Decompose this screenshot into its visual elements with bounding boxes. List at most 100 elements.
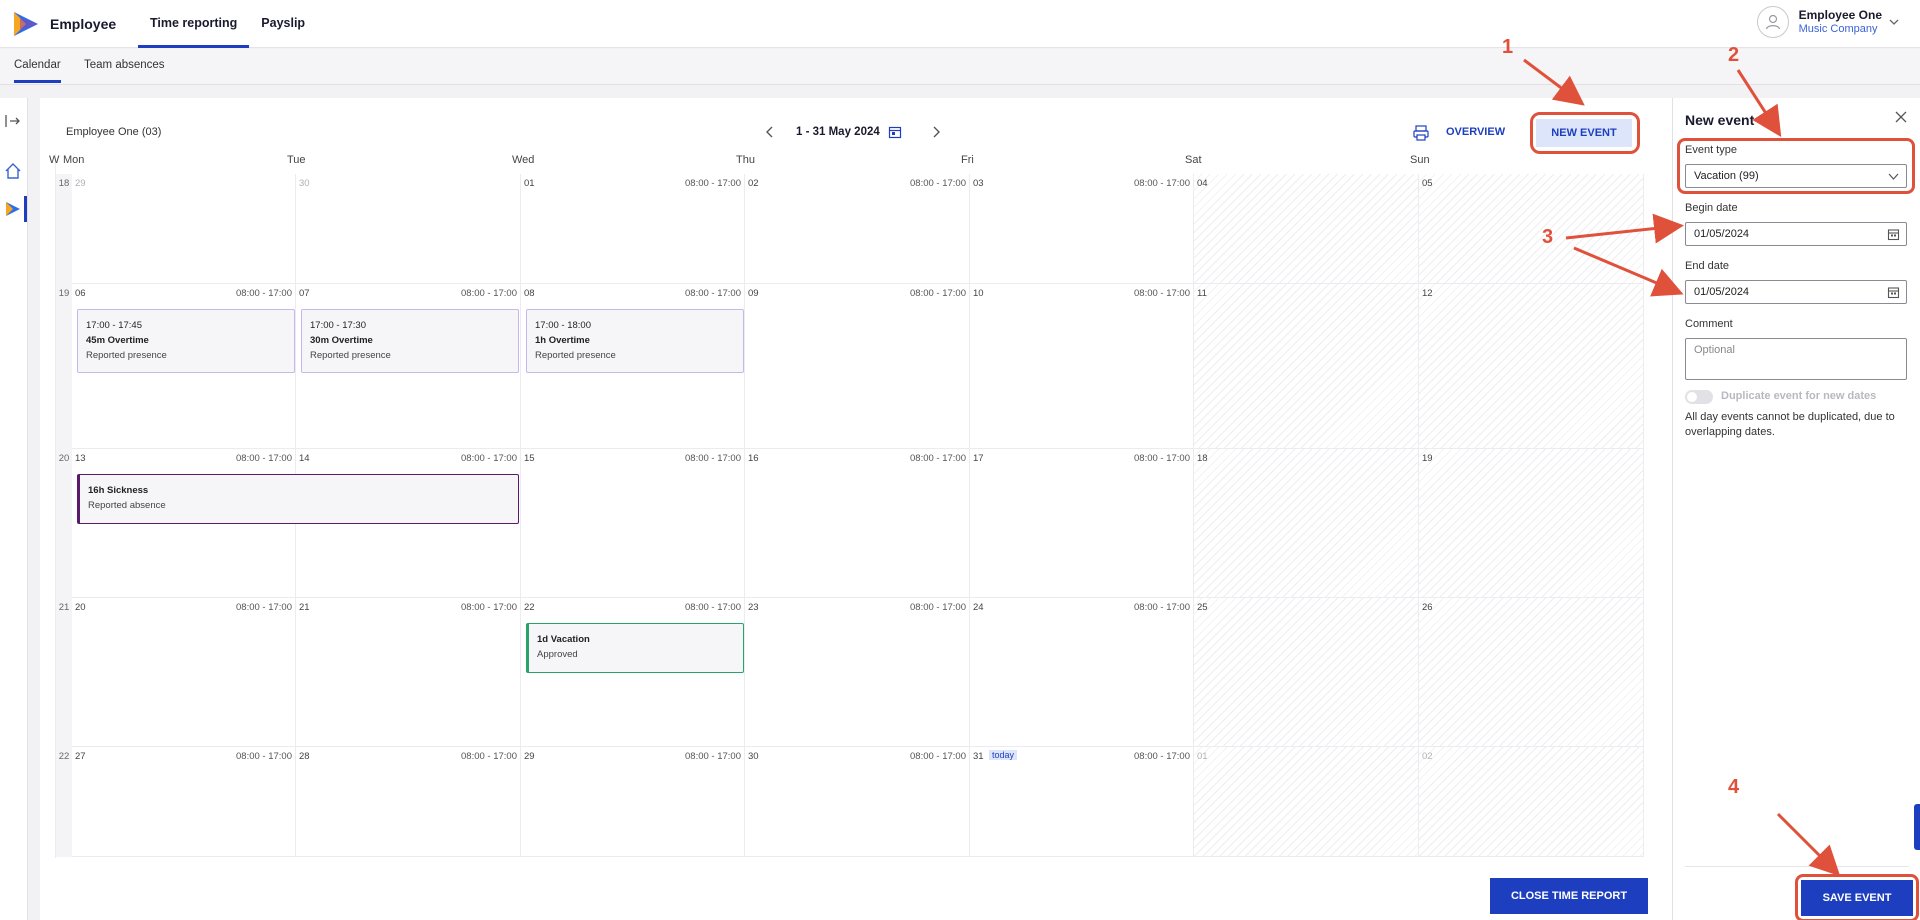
tab-calendar[interactable]: Calendar xyxy=(14,59,61,83)
day-cell[interactable]: 11 xyxy=(1194,284,1419,449)
day-number: 30 xyxy=(299,178,310,189)
expand-sidebar-icon[interactable] xyxy=(2,110,24,132)
calendar-picker-icon[interactable] xyxy=(888,125,902,139)
event-type-value: Vacation (99) xyxy=(1694,170,1759,182)
event-type-select[interactable]: Vacation (99) xyxy=(1685,164,1907,188)
day-number: 28 xyxy=(299,751,310,762)
day-number: 20 xyxy=(75,602,86,613)
tab-team-absences[interactable]: Team absences xyxy=(84,59,165,71)
week-number: 22 xyxy=(56,747,72,857)
day-cell[interactable]: 29 xyxy=(72,174,296,284)
working-hours: 08:00 - 17:00 xyxy=(1134,453,1190,464)
day-number: 18 xyxy=(1197,453,1208,464)
end-date-field[interactable]: 01/05/2024 xyxy=(1685,280,1907,304)
chevron-down-icon[interactable] xyxy=(1888,16,1900,28)
day-cell[interactable]: 19 xyxy=(1419,449,1644,598)
working-hours: 08:00 - 17:00 xyxy=(236,288,292,299)
nav-payslip[interactable]: Payslip xyxy=(249,0,317,48)
working-hours: 08:00 - 17:00 xyxy=(685,602,741,613)
working-hours: 08:00 - 17:00 xyxy=(685,178,741,189)
user-name: Employee One xyxy=(1798,8,1882,22)
day-cell[interactable]: 15 08:00 - 17:00 xyxy=(521,449,745,598)
day-number: 31 xyxy=(973,751,984,762)
day-number: 26 xyxy=(1422,602,1433,613)
day-cell[interactable]: 16 08:00 - 17:00 xyxy=(745,449,970,598)
day-cell[interactable]: 24 08:00 - 17:00 xyxy=(970,598,1194,747)
day-cell[interactable]: 12 xyxy=(1419,284,1644,449)
left-rail xyxy=(0,98,28,920)
comment-textarea[interactable]: Optional xyxy=(1685,338,1907,380)
day-cell[interactable]: 09 08:00 - 17:00 xyxy=(745,284,970,449)
working-hours: 08:00 - 17:00 xyxy=(236,453,292,464)
day-cell[interactable]: 23 08:00 - 17:00 xyxy=(745,598,970,747)
day-cell[interactable]: 30 08:00 - 17:00 xyxy=(745,747,970,857)
day-cell[interactable]: 25 xyxy=(1194,598,1419,747)
close-icon[interactable] xyxy=(1894,110,1908,124)
comment-placeholder: Optional xyxy=(1694,344,1735,356)
event-title: 45m Overtime xyxy=(86,335,149,346)
calendar-icon[interactable] xyxy=(1887,286,1900,299)
day-cell[interactable]: 10 08:00 - 17:00 xyxy=(970,284,1194,449)
day-cell[interactable]: 26 xyxy=(1419,598,1644,747)
date-range: 1 - 31 May 2024 xyxy=(796,126,880,138)
day-cell[interactable]: 01 xyxy=(1194,747,1419,857)
week-number: 19 xyxy=(56,284,72,449)
day-number: 25 xyxy=(1197,602,1208,613)
day-cell[interactable]: 04 xyxy=(1194,174,1419,284)
duplicate-label: Duplicate event for new dates xyxy=(1721,390,1877,402)
event-sickness[interactable]: 16h Sickness Reported absence xyxy=(77,474,519,524)
day-cell[interactable]: 31 today 08:00 - 17:00 xyxy=(970,747,1194,857)
day-number: 27 xyxy=(75,751,86,762)
working-hours: 08:00 - 17:00 xyxy=(910,178,966,189)
avatar[interactable] xyxy=(1756,6,1789,38)
day-number: 23 xyxy=(748,602,759,613)
day-cell[interactable]: 17 08:00 - 17:00 xyxy=(970,449,1194,598)
app-logo-icon xyxy=(14,12,38,36)
week-number: 20 xyxy=(56,449,72,598)
calendar-icon[interactable] xyxy=(1887,228,1900,241)
print-icon[interactable] xyxy=(1412,124,1430,142)
home-icon[interactable] xyxy=(2,160,24,182)
event-status: Reported presence xyxy=(86,350,167,361)
event-overtime-06[interactable]: 17:00 - 17:45 45m Overtime Reported pres… xyxy=(77,309,295,373)
day-cell[interactable]: 01 08:00 - 17:00 xyxy=(521,174,745,284)
annotation-number-3: 3 xyxy=(1542,226,1554,248)
day-cell[interactable]: 02 08:00 - 17:00 xyxy=(745,174,970,284)
event-status: Approved xyxy=(537,649,578,660)
duplicate-toggle[interactable] xyxy=(1685,390,1713,404)
day-header-tue: Tue xyxy=(287,154,306,166)
employee-label: Employee One (03) xyxy=(66,126,162,138)
begin-date-value: 01/05/2024 xyxy=(1694,228,1750,240)
time-app-icon[interactable] xyxy=(2,198,24,220)
day-cell[interactable]: 28 08:00 - 17:00 xyxy=(296,747,521,857)
day-cell[interactable]: 20 08:00 - 17:00 xyxy=(72,598,296,747)
day-cell[interactable]: 02 xyxy=(1419,747,1644,857)
day-cell[interactable]: 27 08:00 - 17:00 xyxy=(72,747,296,857)
day-cell[interactable]: 03 08:00 - 17:00 xyxy=(970,174,1194,284)
event-title: 1h Overtime xyxy=(535,335,590,346)
close-time-report-button[interactable]: CLOSE TIME REPORT xyxy=(1490,878,1648,914)
next-month-button[interactable] xyxy=(926,122,946,142)
day-cell[interactable]: 21 08:00 - 17:00 xyxy=(296,598,521,747)
day-number: 29 xyxy=(75,178,86,189)
annotation-number-2: 2 xyxy=(1728,44,1740,66)
day-cell[interactable]: 29 08:00 - 17:00 xyxy=(521,747,745,857)
day-number: 07 xyxy=(299,288,310,299)
event-overtime-08[interactable]: 17:00 - 18:00 1h Overtime Reported prese… xyxy=(526,309,744,373)
day-cell[interactable]: 30 xyxy=(296,174,521,284)
event-vacation[interactable]: 1d Vacation Approved xyxy=(526,623,744,673)
annotation-number-1: 1 xyxy=(1502,36,1514,58)
working-hours: 08:00 - 17:00 xyxy=(1134,751,1190,762)
day-cell[interactable]: 18 xyxy=(1194,449,1419,598)
day-cell[interactable]: 05 xyxy=(1419,174,1644,284)
event-status: Reported presence xyxy=(310,350,391,361)
day-number: 09 xyxy=(748,288,759,299)
day-number: 02 xyxy=(748,178,759,189)
nav-time-reporting[interactable]: Time reporting xyxy=(138,0,250,48)
user-menu[interactable]: Employee One Music Company xyxy=(1756,6,1900,38)
event-overtime-07[interactable]: 17:00 - 17:30 30m Overtime Reported pres… xyxy=(301,309,519,373)
side-drawer-tab[interactable] xyxy=(1914,804,1920,850)
overview-button[interactable]: OVERVIEW xyxy=(1446,126,1505,138)
begin-date-field[interactable]: 01/05/2024 xyxy=(1685,222,1907,246)
prev-month-button[interactable] xyxy=(760,122,780,142)
